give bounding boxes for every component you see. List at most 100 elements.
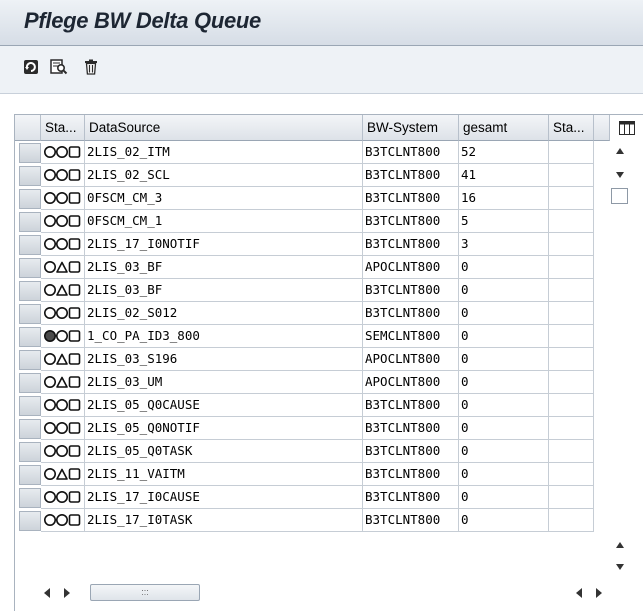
status-yellow-light-icon [44, 468, 81, 480]
cell-status [41, 141, 85, 164]
row-selector[interactable] [19, 143, 41, 163]
row-selector[interactable] [19, 488, 41, 508]
header-spacer [594, 115, 610, 141]
column-header-gesamt[interactable]: gesamt [459, 115, 549, 141]
cell-bw-system: B3TCLNT800 [363, 486, 459, 509]
delta-queue-table: Sta... DataSource BW-System gesamt Sta..… [14, 114, 643, 611]
row-selector[interactable] [19, 327, 41, 347]
scroll-right-left-arrow-icon[interactable] [576, 588, 582, 598]
cell-gesamt: 0 [459, 302, 549, 325]
cell-status-2 [549, 417, 594, 440]
table-settings-button[interactable] [610, 115, 643, 141]
cell-datasource[interactable]: 2LIS_03_BF [85, 279, 363, 302]
cell-datasource[interactable]: 2LIS_05_Q0NOTIF [85, 417, 363, 440]
scroll-bottom-up-arrow-icon[interactable] [616, 542, 624, 548]
row-selector[interactable] [19, 281, 41, 301]
row-selector[interactable] [19, 304, 41, 324]
row-selector[interactable] [19, 166, 41, 186]
cell-datasource[interactable]: 2LIS_03_UM [85, 371, 363, 394]
title-bar: Pflege BW Delta Queue [0, 0, 643, 46]
status-green-light-icon [44, 215, 81, 227]
scroll-left-arrow-icon[interactable] [44, 588, 50, 598]
cell-status [41, 256, 85, 279]
status-yellow-light-icon [44, 284, 81, 296]
cell-bw-system: B3TCLNT800 [363, 164, 459, 187]
cell-gesamt: 3 [459, 233, 549, 256]
row-selector[interactable] [19, 350, 41, 370]
cell-status [41, 417, 85, 440]
cell-status [41, 164, 85, 187]
cell-datasource[interactable]: 2LIS_02_SCL [85, 164, 363, 187]
cell-bw-system: APOCLNT800 [363, 371, 459, 394]
cell-gesamt: 0 [459, 486, 549, 509]
status-yellow-light-icon [44, 353, 81, 365]
scroll-right-arrow-icon[interactable] [64, 588, 70, 598]
horizontal-scrollbar[interactable]: ::: [30, 582, 610, 604]
row-selector[interactable] [19, 465, 41, 485]
cell-status [41, 463, 85, 486]
cell-datasource[interactable]: 2LIS_02_S012 [85, 302, 363, 325]
cell-datasource[interactable]: 0FSCM_CM_1 [85, 210, 363, 233]
cell-datasource[interactable]: 2LIS_03_S196 [85, 348, 363, 371]
cell-datasource[interactable]: 2LIS_05_Q0TASK [85, 440, 363, 463]
row-selector[interactable] [19, 442, 41, 462]
cell-bw-system: B3TCLNT800 [363, 279, 459, 302]
cell-datasource[interactable]: 2LIS_02_ITM [85, 141, 363, 164]
cell-status-2 [549, 187, 594, 210]
cell-datasource[interactable]: 2LIS_11_VAITM [85, 463, 363, 486]
cell-gesamt: 0 [459, 256, 549, 279]
refresh-icon [24, 60, 38, 74]
cell-bw-system: B3TCLNT800 [363, 417, 459, 440]
row-selector[interactable] [19, 258, 41, 278]
search-detail-button[interactable] [50, 58, 68, 76]
cell-status [41, 394, 85, 417]
cell-datasource[interactable]: 2LIS_17_I0CAUSE [85, 486, 363, 509]
column-header-bw-system[interactable]: BW-System [363, 115, 459, 141]
cell-datasource[interactable]: 2LIS_17_I0TASK [85, 509, 363, 532]
cell-status-2 [549, 348, 594, 371]
cell-gesamt: 16 [459, 187, 549, 210]
cell-datasource[interactable]: 2LIS_17_I0NOTIF [85, 233, 363, 256]
row-selector[interactable] [19, 419, 41, 439]
cell-status [41, 440, 85, 463]
scroll-down-arrow-icon[interactable] [616, 172, 624, 178]
column-header-status[interactable]: Sta... [41, 115, 85, 141]
cell-gesamt: 0 [459, 348, 549, 371]
delete-button[interactable] [82, 58, 100, 76]
status-green-light-icon [44, 169, 81, 181]
header-select-all[interactable] [15, 115, 41, 141]
cell-gesamt: 0 [459, 325, 549, 348]
scroll-up-arrow-icon[interactable] [616, 148, 624, 154]
cell-gesamt: 0 [459, 417, 549, 440]
status-green-light-icon [44, 514, 81, 526]
scroll-right-right-arrow-icon[interactable] [596, 588, 602, 598]
cell-bw-system: B3TCLNT800 [363, 509, 459, 532]
scroll-thumb[interactable] [611, 188, 628, 204]
cell-datasource[interactable]: 2LIS_03_BF [85, 256, 363, 279]
row-selector[interactable] [19, 235, 41, 255]
cell-datasource[interactable]: 1_CO_PA_ID3_800 [85, 325, 363, 348]
status-red-light-icon [44, 330, 81, 342]
row-selector[interactable] [19, 212, 41, 232]
status-green-light-icon [44, 238, 81, 250]
status-green-light-icon [44, 399, 81, 411]
row-selector[interactable] [19, 396, 41, 416]
cell-bw-system: B3TCLNT800 [363, 141, 459, 164]
status-green-light-icon [44, 491, 81, 503]
row-selector[interactable] [19, 511, 41, 531]
scroll-bottom-down-arrow-icon[interactable] [616, 564, 624, 570]
cell-status [41, 233, 85, 256]
horizontal-scroll-thumb[interactable]: ::: [90, 584, 200, 601]
cell-status-2 [549, 325, 594, 348]
cell-status [41, 187, 85, 210]
cell-datasource[interactable]: 0FSCM_CM_3 [85, 187, 363, 210]
column-header-datasource[interactable]: DataSource [85, 115, 363, 141]
cell-status [41, 279, 85, 302]
vertical-scrollbar[interactable] [610, 140, 629, 579]
cell-datasource[interactable]: 2LIS_05_Q0CAUSE [85, 394, 363, 417]
column-header-status-2[interactable]: Sta... [549, 115, 594, 141]
row-selector[interactable] [19, 373, 41, 393]
row-selector[interactable] [19, 189, 41, 209]
cell-gesamt: 52 [459, 141, 549, 164]
refresh-button[interactable] [22, 58, 40, 76]
